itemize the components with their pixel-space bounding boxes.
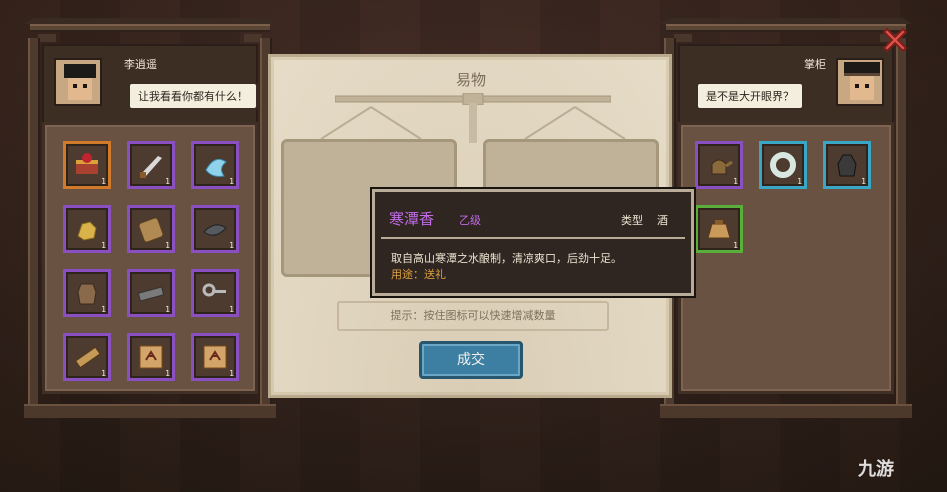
item-quantity: 1 — [165, 177, 170, 186]
panel-roof — [660, 18, 912, 42]
merchant-item-slot[interactable]: 1 — [695, 141, 743, 189]
merchant-item-grid: 1 1 1 1 — [678, 122, 894, 394]
item-quantity: 1 — [165, 241, 170, 250]
jade-ring-icon — [770, 152, 796, 178]
teapot-icon — [711, 159, 733, 175]
merchant-item-slot[interactable]: 1 — [823, 141, 871, 189]
confirm-trade-button[interactable]: 成交 — [419, 341, 523, 379]
treasure-box-icon — [76, 153, 98, 174]
gold-nugget-icon — [77, 221, 97, 241]
item-quantity: 1 — [229, 305, 234, 314]
tooltip-item-grade: 乙级 — [459, 214, 481, 227]
item-quantity: 1 — [733, 177, 738, 186]
item-quantity: 1 — [101, 305, 106, 314]
ice-crystal-icon — [205, 158, 227, 177]
panel-roof — [24, 18, 276, 42]
close-icon — [882, 27, 908, 53]
pouch-icon — [707, 220, 731, 239]
watermark-logo: 九游 — [858, 459, 894, 480]
blade-icon — [140, 156, 162, 178]
player-item-slot[interactable]: 1 — [127, 269, 175, 317]
player-item-slot[interactable]: 1 — [191, 205, 239, 253]
tooltip-type-value: 酒 — [657, 214, 668, 227]
item-quantity: 1 — [101, 177, 106, 186]
player-item-slot[interactable]: 1 — [63, 205, 111, 253]
item-quantity: 1 — [861, 177, 866, 186]
player-item-slot[interactable]: 1 — [63, 333, 111, 381]
merchant-dialog-area: 掌柜 是不是大开眼界？ — [678, 44, 894, 126]
player-speech-bubble: 让我看看你都有什么！ — [128, 82, 258, 110]
player-item-slot[interactable]: 1 — [127, 141, 175, 189]
merchant-avatar — [836, 58, 884, 106]
item-quantity: 1 — [101, 369, 106, 378]
tooltip-type-label: 类型 — [621, 214, 643, 227]
player-item-slot[interactable]: 1 — [63, 269, 111, 317]
player-inventory-panel: 李逍遥 让我看看你都有什么！ 1 1 1 1 1 1 1 1 1 1 1 1 — [24, 18, 276, 418]
scroll-icon — [74, 346, 101, 369]
close-button[interactable] — [879, 24, 911, 56]
player-item-slot[interactable]: 1 — [127, 333, 175, 381]
item-quantity: 1 — [165, 305, 170, 314]
item-quantity: 1 — [733, 241, 738, 250]
item-quantity: 1 — [229, 369, 234, 378]
player-dialog-area: 李逍遥 让我看看你都有什么！ — [42, 44, 258, 126]
hint-text: 提示：按住图标可以快速增减数量 — [337, 301, 609, 331]
merchant-item-slot[interactable]: 1 — [759, 141, 807, 189]
merchant-speech-bubble: 是不是大开眼界？ — [696, 82, 804, 110]
tooltip-item-name: 寒潭香 — [389, 210, 435, 228]
player-item-grid: 1 1 1 1 1 1 1 1 1 1 1 1 — [42, 122, 258, 394]
wine-jar-icon — [837, 154, 857, 177]
map-icon — [139, 345, 163, 369]
clay-jar-icon — [77, 283, 97, 305]
player-item-slot[interactable]: 1 — [191, 269, 239, 317]
merchant-item-slot[interactable]: 1 — [695, 205, 743, 253]
player-name: 李逍遥 — [124, 58, 157, 71]
item-tooltip: 寒潭香 乙级 类型 酒 取自高山寒潭之水酿制，清凉爽口，后劲十足。 用途：送礼 — [372, 189, 694, 296]
player-item-slot[interactable]: 1 — [127, 205, 175, 253]
item-quantity: 1 — [229, 177, 234, 186]
iron-bar-icon — [137, 286, 165, 302]
item-quantity: 1 — [797, 177, 802, 186]
player-item-slot[interactable]: 1 — [191, 141, 239, 189]
item-quantity: 1 — [165, 369, 170, 378]
scale-strings — [320, 103, 626, 143]
player-item-slot[interactable]: 1 — [191, 333, 239, 381]
tooltip-description: 取自高山寒潭之水酿制，清凉爽口，后劲十足。 — [391, 252, 622, 265]
whetstone-icon — [203, 224, 227, 236]
key-icon — [202, 283, 226, 297]
tooltip-usage: 用途：送礼 — [391, 268, 446, 281]
trade-title: 易物 — [455, 71, 486, 89]
map-icon — [203, 345, 227, 369]
merchant-inventory-panel: 掌柜 是不是大开眼界？ 1 1 1 1 — [660, 18, 912, 418]
player-item-slot[interactable]: 1 — [63, 141, 111, 189]
wooden-plaque-icon — [138, 217, 164, 243]
player-avatar — [54, 58, 102, 106]
item-quantity: 1 — [101, 241, 106, 250]
merchant-name: 掌柜 — [804, 58, 826, 71]
item-quantity: 1 — [229, 241, 234, 250]
